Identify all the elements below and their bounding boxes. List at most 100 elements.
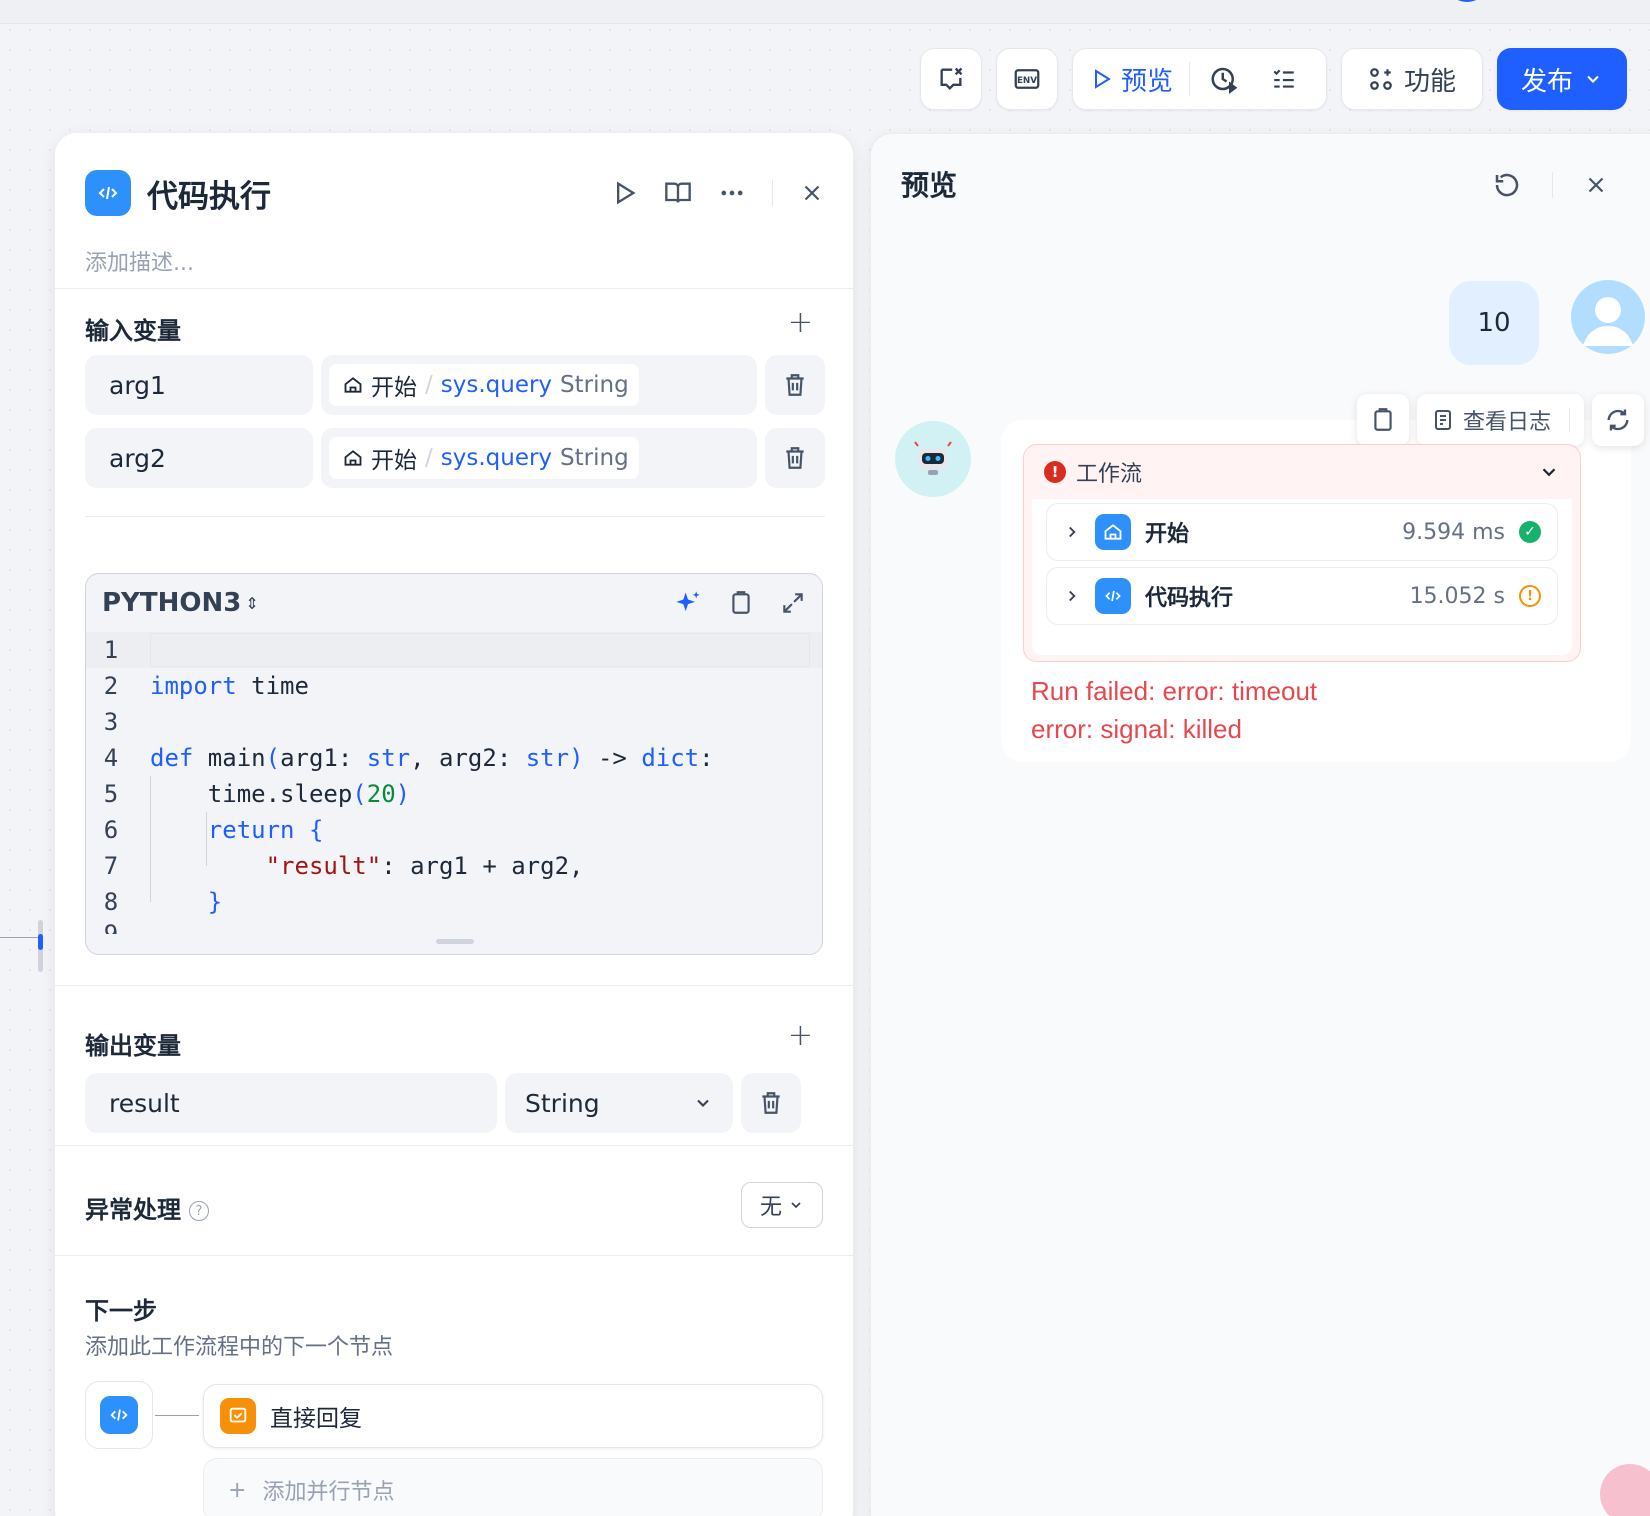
check-icon: ✓	[1519, 521, 1541, 543]
home-icon	[344, 450, 362, 466]
svg-text:ENV: ENV	[1017, 76, 1037, 86]
input-name-field[interactable]: arg1	[85, 355, 313, 415]
workflow-step[interactable]: 代码执行 15.052 s !	[1046, 567, 1558, 625]
copy-button[interactable]	[1357, 394, 1409, 446]
next-node-answer[interactable]: 直接回复	[203, 1384, 823, 1448]
variable-type: String	[560, 372, 629, 398]
step-time: 9.594 ms	[1402, 519, 1505, 545]
code-node-icon	[1095, 578, 1131, 614]
next-step-title: 下一步	[85, 1297, 157, 1325]
regenerate-button[interactable]	[1592, 394, 1645, 446]
output-type-value: String	[525, 1088, 600, 1118]
node-title[interactable]: 代码执行	[147, 171, 271, 216]
input-variable-row: arg2 开始 / sys.query String	[85, 428, 825, 488]
input-value-selector[interactable]: 开始 / sys.query String	[321, 355, 757, 415]
run-history-button[interactable]	[1198, 64, 1250, 94]
updown-icon: ⇕	[245, 593, 259, 613]
divider	[55, 1255, 853, 1256]
trash-icon	[786, 447, 804, 469]
code-icon	[98, 186, 118, 200]
more-icon[interactable]	[718, 179, 746, 207]
code-icon	[1105, 590, 1121, 602]
description-input[interactable]: 添加描述...	[85, 245, 194, 277]
code-line: 7 "result": arg1 + arg2,	[103, 852, 584, 880]
variable-type: String	[560, 445, 629, 471]
workflow-step[interactable]: 开始 9.594 ms ✓	[1046, 503, 1558, 561]
checklist-icon	[1273, 69, 1294, 88]
exception-select[interactable]: 无	[741, 1182, 823, 1228]
play-icon	[1095, 69, 1111, 89]
env-icon: ENV	[1014, 69, 1040, 89]
close-icon[interactable]	[1583, 172, 1609, 198]
home-icon	[344, 377, 362, 393]
clipboard-icon[interactable]	[728, 590, 754, 616]
docs-icon[interactable]	[664, 179, 692, 207]
help-icon[interactable]: ?	[189, 1201, 209, 1221]
step-time: 15.052 s	[1409, 583, 1505, 609]
output-name-field[interactable]: result	[85, 1073, 497, 1133]
message-tools: 查看日志	[1357, 394, 1645, 446]
output-type-select[interactable]: String	[505, 1073, 733, 1133]
preview-button[interactable]: 预览	[1089, 62, 1191, 97]
publish-button[interactable]: 发布	[1497, 48, 1628, 110]
code-line: 2 import time	[103, 672, 309, 700]
source-node: 开始	[371, 375, 417, 401]
bot-avatar	[895, 421, 971, 497]
refresh-icon	[1607, 409, 1629, 431]
delete-input-button[interactable]	[765, 355, 825, 415]
delete-output-button[interactable]	[741, 1073, 801, 1133]
add-parallel-node-button[interactable]: + 添加并行节点	[203, 1458, 823, 1516]
output-variable-row: result String	[85, 1073, 825, 1133]
preview-panel: 预览 10 查看日志 ! 工作流 开始 9.594 ms ✓ 代码执行 15.0…	[870, 133, 1650, 1516]
user-avatar	[1571, 280, 1645, 354]
language-selector[interactable]: PYTHON3	[102, 588, 241, 618]
run-node-icon[interactable]	[610, 179, 638, 207]
exception-title: 异常处理?	[85, 1190, 209, 1225]
chevron-down-icon	[697, 1099, 709, 1107]
error-icon: !	[1044, 461, 1066, 483]
canvas-node-handle[interactable]	[38, 920, 43, 972]
close-icon[interactable]	[799, 180, 825, 206]
node-config-panel: 代码执行 添加描述... 输入变量 + arg1 开始 / sys.query …	[55, 133, 853, 1516]
chevron-down-icon	[1587, 75, 1599, 83]
checklist-button[interactable]	[1258, 66, 1310, 92]
next-step-subtitle: 添加此工作流程中的下一个节点	[85, 1335, 394, 1360]
code-editor[interactable]: PYTHON3 ⇕ 1 2 import time 3 4 def main(arg…	[85, 573, 823, 955]
panel-header: 代码执行	[85, 163, 825, 223]
add-output-button[interactable]: +	[788, 1018, 813, 1053]
log-icon	[1435, 410, 1451, 430]
delete-input-button[interactable]	[765, 428, 825, 488]
variable-inspect-button[interactable]	[920, 48, 982, 110]
code-line: 8 }	[103, 888, 223, 916]
feature-label: 功能	[1404, 66, 1457, 97]
ai-sparkle-icon[interactable]	[674, 589, 702, 617]
code-line: 1	[86, 632, 822, 668]
trash-icon	[786, 374, 804, 396]
current-node	[85, 1381, 153, 1449]
preview-label: 预览	[1121, 66, 1174, 97]
user-message: 10	[1449, 281, 1539, 365]
code-area[interactable]: 1 2 import time 3 4 def main(arg1: str, ar…	[86, 632, 822, 934]
preview-title: 预览	[901, 169, 958, 202]
view-log-button[interactable]: 查看日志	[1417, 394, 1585, 446]
source-node: 开始	[371, 448, 417, 474]
canvas-edge	[0, 937, 40, 938]
code-node-icon	[85, 170, 131, 216]
chevron-down-icon	[791, 1202, 801, 1209]
add-input-button[interactable]: +	[788, 305, 813, 340]
expand-icon[interactable]	[780, 590, 806, 616]
editor-resize-handle[interactable]	[436, 939, 474, 944]
input-name-field[interactable]: arg2	[85, 428, 313, 488]
top-indicator	[1445, 0, 1489, 2]
step-name: 开始	[1145, 522, 1190, 547]
chat-variable-icon	[940, 67, 963, 90]
chevron-right-icon	[1069, 590, 1076, 602]
env-button[interactable]: ENV	[996, 48, 1058, 110]
feature-button[interactable]: 功能	[1341, 48, 1484, 110]
restart-icon[interactable]	[1492, 170, 1522, 200]
workflow-header[interactable]: ! 工作流	[1024, 445, 1580, 499]
input-value-selector[interactable]: 开始 / sys.query String	[321, 428, 757, 488]
code-line: 3	[103, 708, 119, 736]
workflow-process: ! 工作流 开始 9.594 ms ✓ 代码执行 15.052 s !	[1023, 444, 1581, 662]
source-variable: sys.query	[440, 445, 553, 471]
